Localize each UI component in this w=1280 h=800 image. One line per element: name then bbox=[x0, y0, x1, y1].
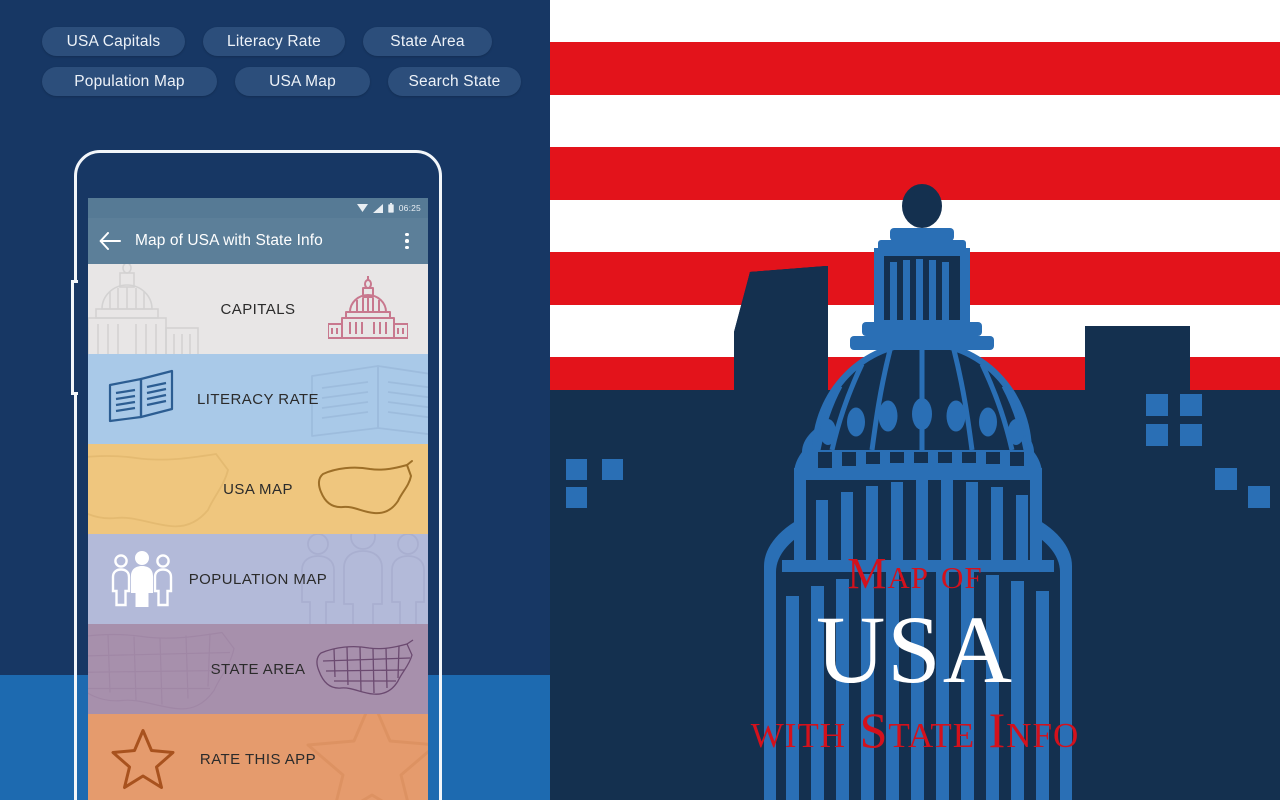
usa-map-outline-icon bbox=[317, 460, 413, 515]
menu-item-literacy-rate[interactable]: LITERACY RATE bbox=[88, 354, 428, 444]
tag-state-area[interactable]: State Area bbox=[363, 27, 492, 56]
menu-item-state-area[interactable]: STATE AREA bbox=[88, 624, 428, 714]
menu-list: CAPITALS LITERACY RATE USA MAP POPULATIO… bbox=[88, 264, 428, 800]
tag-pill-row-2: Population Map USA Map Search State bbox=[0, 67, 550, 96]
tag-pill-group: USA Capitals Literacy Rate State Area Po… bbox=[0, 27, 550, 107]
phone-mockup: 06:25 Map of USA with State Info CAPITAL… bbox=[71, 150, 442, 800]
menu-item-capitals[interactable]: CAPITALS bbox=[88, 264, 428, 354]
signal-bars-icon bbox=[372, 203, 383, 213]
hero-line-map-of: Map of bbox=[847, 549, 983, 598]
open-book-icon bbox=[108, 369, 174, 423]
app-screenshot: USA Capitals Literacy Rate State Area Po… bbox=[0, 0, 1280, 800]
people-group-icon bbox=[111, 551, 173, 607]
overflow-menu-icon[interactable] bbox=[398, 232, 416, 250]
hero-line-with-state-info: with State Info bbox=[750, 702, 1080, 758]
tag-usa-map[interactable]: USA Map bbox=[235, 67, 370, 96]
tag-population-map[interactable]: Population Map bbox=[42, 67, 217, 96]
menu-item-rate-this-app[interactable]: RATE THIS APP bbox=[88, 714, 428, 800]
status-bar-time: 06:25 bbox=[398, 203, 421, 213]
android-status-bar: 06:25 bbox=[88, 198, 428, 218]
usa-states-map-icon bbox=[316, 639, 414, 695]
tag-usa-capitals[interactable]: USA Capitals bbox=[42, 27, 185, 56]
hero-line-usa: USA bbox=[815, 596, 1015, 703]
app-bar-title: Map of USA with State Info bbox=[135, 232, 323, 249]
left-panel: USA Capitals Literacy Rate State Area Po… bbox=[0, 0, 550, 800]
menu-item-population-map[interactable]: POPULATION MAP bbox=[88, 534, 428, 624]
phone-volume-button bbox=[71, 280, 78, 395]
capitol-building-icon bbox=[328, 276, 408, 339]
phone-screen: 06:25 Map of USA with State Info CAPITAL… bbox=[88, 198, 428, 800]
menu-item-usa-map[interactable]: USA MAP bbox=[88, 444, 428, 534]
hero-title-block: Map of USA with State Info bbox=[550, 548, 1280, 758]
tag-literacy-rate[interactable]: Literacy Rate bbox=[203, 27, 345, 56]
right-panel: Map of USA with State Info bbox=[550, 0, 1280, 800]
wifi-triangle-icon bbox=[356, 203, 368, 212]
back-arrow-icon[interactable] bbox=[99, 232, 121, 250]
app-bar: Map of USA with State Info bbox=[88, 218, 428, 264]
star-icon bbox=[111, 729, 175, 789]
battery-icon bbox=[388, 203, 394, 213]
tag-search-state[interactable]: Search State bbox=[388, 67, 521, 96]
tag-pill-row-1: USA Capitals Literacy Rate State Area bbox=[0, 27, 550, 56]
